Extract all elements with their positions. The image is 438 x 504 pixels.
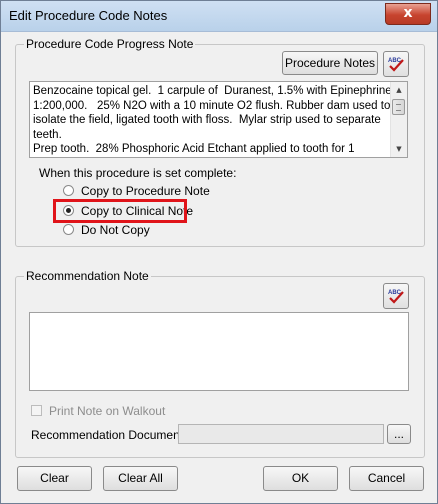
edit-procedure-code-notes-dialog: Edit Procedure Code Notes x Procedure Co… xyxy=(0,0,438,504)
cancel-button[interactable]: Cancel xyxy=(349,466,424,491)
progress-note-text: Benzocaine topical gel. 1 carpule of Dur… xyxy=(33,85,392,155)
recommendation-documents-field[interactable] xyxy=(178,424,384,444)
complete-action-label: When this procedure is set complete: xyxy=(39,166,237,180)
window-title: Edit Procedure Code Notes xyxy=(9,8,168,23)
scroll-up-icon[interactable]: ▲ xyxy=(391,82,407,98)
browse-documents-button[interactable]: ... xyxy=(387,424,411,444)
scroll-thumb[interactable] xyxy=(392,99,405,115)
procedure-notes-button-label: Procedure Notes xyxy=(284,56,376,70)
browse-button-label: ... xyxy=(393,427,404,441)
procedure-notes-button[interactable]: Procedure Notes xyxy=(282,51,378,75)
ok-button[interactable]: OK xyxy=(263,466,338,491)
recommendation-note-group-label: Recommendation Note xyxy=(24,269,151,283)
print-note-label: Print Note on Walkout xyxy=(49,404,166,418)
print-note-checkbox[interactable] xyxy=(31,405,42,416)
title-bar[interactable]: Edit Procedure Code Notes x xyxy=(1,1,437,32)
close-button[interactable]: x xyxy=(385,3,431,25)
scroll-down-icon[interactable]: ▼ xyxy=(391,141,407,157)
clear-all-button[interactable]: Clear All xyxy=(103,466,178,491)
cancel-button-label: Cancel xyxy=(367,471,406,485)
recommendation-note-textarea[interactable] xyxy=(29,312,409,391)
recommendation-documents-label: Recommendation Documents: xyxy=(31,428,193,442)
highlight-annotation xyxy=(53,199,187,223)
ok-button-label: OK xyxy=(291,471,310,485)
progress-spellcheck-button[interactable]: ABC xyxy=(383,51,409,77)
progress-note-scrollbar[interactable]: ▲ ▼ xyxy=(390,82,407,157)
recommendation-spellcheck-button[interactable]: ABC xyxy=(383,283,409,309)
clear-all-button-label: Clear All xyxy=(118,471,163,485)
radio-button[interactable] xyxy=(63,224,74,235)
spellcheck-icon: ABC xyxy=(388,290,404,304)
radio-label: Copy to Procedure Note xyxy=(81,184,210,198)
radio-button[interactable] xyxy=(63,185,74,196)
print-note-on-walkout-checkbox-row[interactable]: Print Note on Walkout xyxy=(31,403,181,419)
progress-note-group-label: Procedure Code Progress Note xyxy=(24,37,196,51)
progress-note-textarea[interactable]: Benzocaine topical gel. 1 carpule of Dur… xyxy=(29,81,408,158)
spellcheck-icon: ABC xyxy=(388,58,404,72)
clear-button-label: Clear xyxy=(40,471,69,485)
clear-button[interactable]: Clear xyxy=(17,466,92,491)
close-icon: x xyxy=(403,5,413,21)
radio-label: Do Not Copy xyxy=(81,223,150,237)
